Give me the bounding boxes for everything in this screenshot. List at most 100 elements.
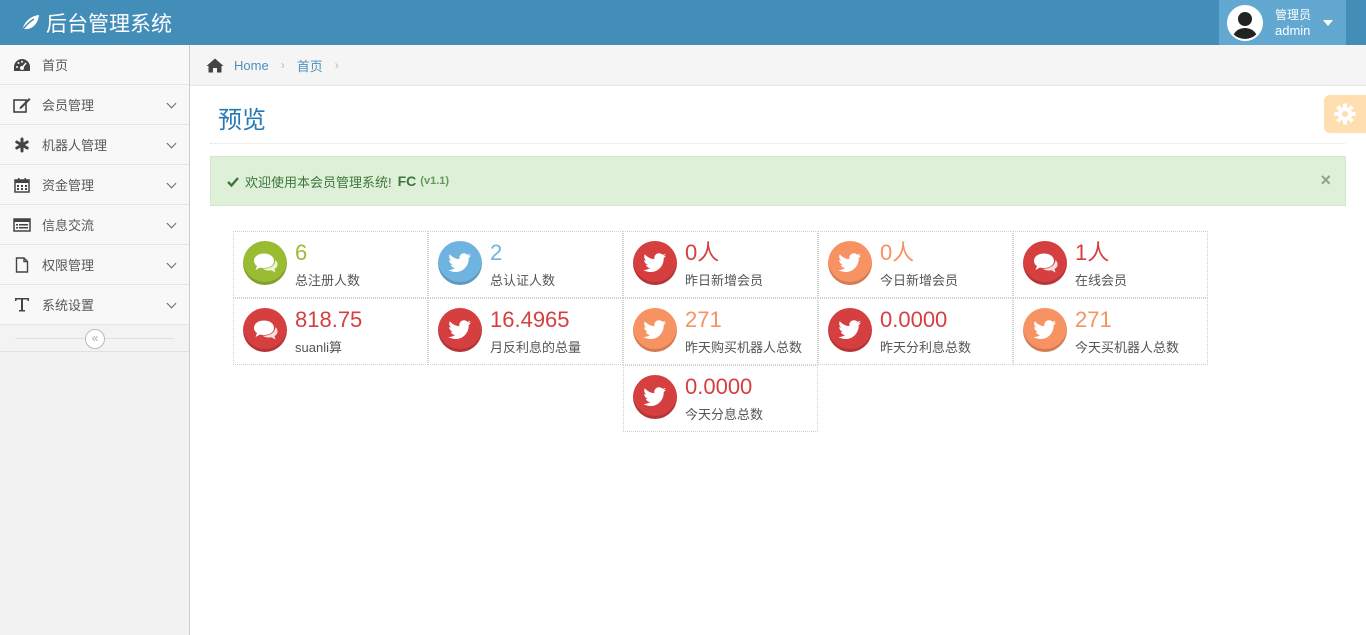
chevron-down-icon [166,178,177,189]
twitter-icon [438,308,482,352]
sidebar-item-label: 资金管理 [42,178,95,193]
stat-label: 今天买机器人总数 [1075,340,1180,355]
stat-label: 总注册人数 [295,273,361,288]
stat-label: 月反利息的总量 [490,340,582,355]
text-icon [12,297,32,313]
caret-down-icon [1323,19,1334,26]
check-icon [227,176,239,187]
stat-box: 0.0000 昨天分利息总数 [818,298,1013,365]
page-title: 预览 [218,107,266,134]
comments-icon [243,308,287,352]
sidebar-item-messages[interactable]: 信息交流 [0,205,189,245]
double-angle-left-icon[interactable]: « [85,329,105,349]
gear-icon [1334,103,1356,125]
stat-label: 今日新增会员 [880,273,959,288]
breadcrumb-current[interactable]: 首页 [297,56,323,75]
sidebar-item-label: 会员管理 [42,98,95,113]
sidebar-item-label: 系统设置 [42,298,95,313]
chevron-down-icon [166,98,177,109]
sidebar-item-label: 权限管理 [42,258,95,273]
close-icon[interactable]: × [1320,170,1331,191]
app-title: 后台管理系统 [46,12,172,36]
stat-box: 0人今日新增会员 [818,231,1013,298]
sidebar-item-members[interactable]: 会员管理 [0,85,189,125]
stat-box: 6 总注册人数 [233,231,428,298]
stat-label: 总认证人数 [490,273,556,288]
brand[interactable]: 后台管理系统 [20,0,172,45]
twitter-icon [828,308,872,352]
chevron-down-icon [166,138,177,149]
stat-value: 271 [1075,307,1112,332]
twitter-icon [633,308,677,352]
file-icon [12,256,32,273]
chevron-down-icon [166,258,177,269]
leaf-icon [20,14,39,32]
stat-box: 0.0000 今天分息总数 [623,365,818,432]
welcome-alert: 欢迎使用本会员管理系统! FC (v1.1) × [210,156,1346,206]
stat-value: 0.0000 [880,307,948,332]
stat-label: 在线会员 [1075,273,1128,288]
user-name: admin [1275,22,1311,38]
stat-value: 6 [295,240,308,265]
top-navbar: 后台管理系统 管理员 admin [0,0,1366,45]
user-role: 管理员 [1275,7,1312,22]
alert-brand: FC [397,173,417,189]
sidebar-item-label: 机器人管理 [42,138,108,153]
settings-toggle-button[interactable] [1324,95,1366,133]
twitter-icon [633,375,677,419]
alert-version: (v1.1) [420,175,450,187]
chevron-down-icon [166,218,177,229]
stat-value: 0人 [685,240,720,265]
stat-label: 昨天购买机器人总数 [685,340,803,355]
dashboard-icon [12,57,32,73]
sidebar-item-label: 信息交流 [42,218,95,233]
breadcrumb-home-label: Home [234,57,269,73]
stat-value: 1人 [1075,240,1110,265]
comments-icon [243,241,287,285]
stat-label: 今天分息总数 [685,407,764,422]
stat-box: 1人在线会员 [1013,231,1208,298]
comments-icon [1023,241,1067,285]
sidebar-item-permissions[interactable]: 权限管理 [0,245,189,285]
sidebar-item-robots[interactable]: 机器人管理 [0,125,189,165]
stat-value: 0.0000 [685,374,753,399]
stat-label: 昨日新增会员 [685,273,764,288]
stat-value: 0人 [880,240,915,265]
stat-box: 0人昨日新增会员 [623,231,818,298]
breadcrumb-separator: › [334,58,339,72]
stat-box: 271 昨天购买机器人总数 [623,298,818,365]
stat-box: 16.4965 月反利息的总量 [428,298,623,365]
user-menu[interactable]: 管理员 admin [1219,0,1346,45]
breadcrumb-separator: › [280,58,285,72]
avatar [1227,4,1263,41]
list-icon [12,217,32,233]
stat-value: 271 [685,307,722,332]
breadcrumb: Home › 首页 › [190,45,1366,86]
asterisk-icon [12,137,32,153]
stat-box: 271 今天买机器人总数 [1013,298,1208,365]
stat-value: 2 [490,240,503,265]
stat-value: 818.75 [295,307,363,332]
sidebar-item-funds[interactable]: 资金管理 [0,165,189,205]
twitter-icon [1023,308,1067,352]
stat-box: 818.75 suanli算 [233,298,428,365]
twitter-icon [633,241,677,285]
home-icon [206,58,224,72]
twitter-icon [438,241,482,285]
calendar-icon [12,177,32,193]
sidebar-item-home[interactable]: 首页 [0,45,189,85]
page-header: 预览 [210,86,1346,144]
stat-value: 16.4965 [490,307,570,332]
stat-label: 昨天分利息总数 [880,340,972,355]
sidebar: 首页 会员管理 机器人管理 资金管理 信息交流 权限管理 系统设置 « [0,45,190,635]
twitter-icon [828,241,872,285]
stat-label: suanli算 [295,340,342,355]
sidebar-item-settings[interactable]: 系统设置 [0,285,189,325]
breadcrumb-home[interactable]: Home [206,58,269,73]
edit-icon [12,97,32,113]
sidebar-collapse-bar: « [0,325,189,352]
chevron-down-icon [166,298,177,309]
alert-message: 欢迎使用本会员管理系统! [245,174,392,190]
stat-box: 2 总认证人数 [428,231,623,298]
sidebar-item-label: 首页 [42,58,69,73]
